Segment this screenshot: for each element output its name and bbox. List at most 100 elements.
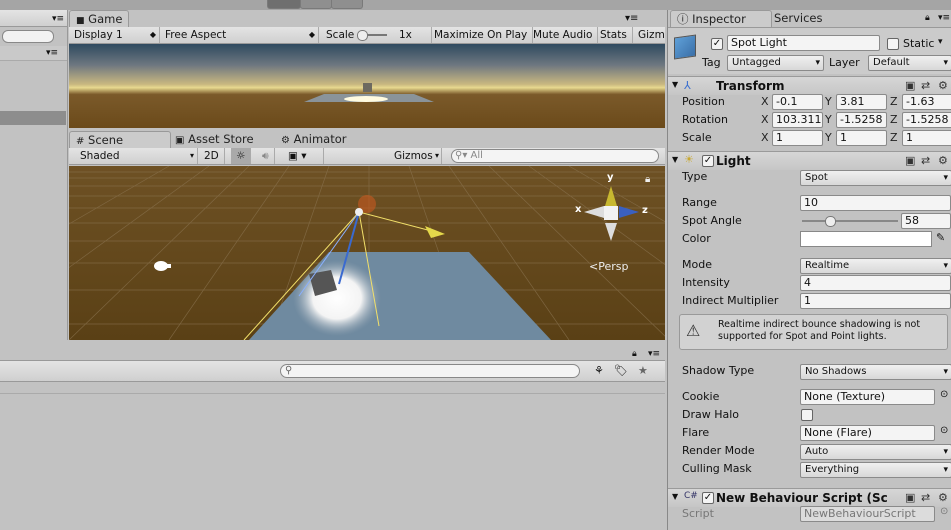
scale-z-field[interactable]: 1 <box>902 130 951 146</box>
tab-scene[interactable]: # Scene <box>69 131 171 148</box>
position-y-field[interactable]: 3.81 <box>836 94 887 110</box>
scale-row: Scale X 1 Y 1 Z 1 <box>668 130 951 148</box>
console-search-input[interactable]: ⚲ <box>280 364 580 378</box>
tab-animator[interactable]: ⚙ Animator <box>275 131 353 147</box>
panel-menu-icon[interactable]: ▾≡ <box>625 13 638 24</box>
scale-slider[interactable]: Scale 1x <box>321 27 432 43</box>
tab-services[interactable]: Services <box>768 10 829 26</box>
lighting-toggle-icon[interactable]: ☼ <box>231 148 252 164</box>
foldout-arrow-icon[interactable]: ▼ <box>672 80 678 89</box>
step-button[interactable] <box>331 0 363 9</box>
scene-render <box>69 166 665 340</box>
tag-dropdown[interactable]: Untagged <box>727 55 824 71</box>
lock-icon[interactable]: 🔒︎ <box>632 349 637 359</box>
audio-toggle-icon[interactable]: 🔊︎ <box>257 148 275 164</box>
active-checkbox[interactable]: ✓ <box>711 38 723 50</box>
foldout-arrow-icon[interactable]: ▼ <box>672 155 678 164</box>
perspective-toggle[interactable]: <Persp <box>589 260 628 273</box>
culling-mask-dropdown[interactable]: Everything <box>800 462 951 478</box>
object-picker-icon[interactable]: ⊙ <box>940 425 948 436</box>
tab-game[interactable]: ■ Game <box>69 10 130 27</box>
pause-button[interactable] <box>300 0 332 9</box>
shadow-type-dropdown[interactable]: No Shadows <box>800 364 951 380</box>
help-icon[interactable]: ▣ <box>905 79 915 92</box>
position-x-field[interactable]: -0.1 <box>772 94 823 110</box>
object-picker-icon[interactable]: ⊙ <box>940 389 948 400</box>
help-icon[interactable]: ▣ <box>905 154 915 167</box>
shading-mode-dropdown[interactable]: Shaded ▾ <box>75 148 198 164</box>
tag-icon[interactable]: 🏷︎ <box>614 364 628 377</box>
light-type-dropdown[interactable]: Spot <box>800 170 951 186</box>
2d-toggle[interactable]: 2D <box>199 148 225 164</box>
render-mode-dropdown[interactable]: Auto <box>800 444 951 460</box>
scene-search-input[interactable]: ⚲▾ All <box>451 149 659 163</box>
intensity-field[interactable]: 4 <box>800 275 951 291</box>
hierarchy-search-input[interactable] <box>2 30 54 43</box>
divider <box>0 393 665 394</box>
gear-icon[interactable]: ⚙ <box>938 491 948 504</box>
mute-audio-toggle[interactable]: Mute Audio <box>528 27 599 43</box>
gizmos-toggle[interactable]: Gizm <box>633 27 670 43</box>
range-field[interactable]: 10 <box>800 195 951 211</box>
panel-menu-icon[interactable]: ▾≡ <box>648 349 660 359</box>
flare-field[interactable]: None (Flare) <box>800 425 935 441</box>
object-name-field[interactable]: Spot Light <box>727 35 880 51</box>
transform-header[interactable]: ▼ ⅄ Transform ▣ ⇄ ⚙ <box>668 76 951 95</box>
rotation-z-field[interactable]: -1.5258 <box>902 112 951 128</box>
gear-icon[interactable]: ⚙ <box>938 79 948 92</box>
game-toolbar: Display 1 ◆ Free Aspect ◆ Scale 1x Maximiz… <box>69 27 665 44</box>
script-component-header[interactable]: ▼ C# ✓ New Behaviour Script (Sc ▣ ⇄ ⚙ <box>668 488 951 507</box>
rotation-x-field[interactable]: 103.311 <box>772 112 823 128</box>
maximize-on-play-toggle[interactable]: Maximize On Play <box>429 27 534 43</box>
aspect-dropdown[interactable]: Free Aspect ◆ <box>160 27 319 43</box>
spot-angle-slider[interactable] <box>802 220 898 222</box>
gear-icon[interactable]: ⚙ <box>938 154 948 167</box>
hierarchy-selected-item[interactable] <box>0 111 66 125</box>
scene-menu-icon[interactable]: ▾≡ <box>46 48 58 58</box>
effects-dropdown-icon[interactable]: ▣ ▾ <box>283 148 324 164</box>
hierarchy-panel: ▾≡ ▾≡ <box>0 10 68 340</box>
star-icon[interactable]: ★ <box>638 364 648 377</box>
draw-halo-checkbox[interactable] <box>801 409 813 421</box>
gizmos-dropdown[interactable]: Gizmos ▾ <box>389 148 442 164</box>
tab-inspector[interactable]: ⓘ Inspector <box>670 10 772 27</box>
rotation-y-field[interactable]: -1.5258 <box>836 112 887 128</box>
scale-x-field[interactable]: 1 <box>772 130 823 146</box>
scene-viewport[interactable]: 🔒︎ y x z <Persp <box>69 166 665 340</box>
tag-label: Tag <box>702 56 721 69</box>
script-enabled-checkbox[interactable]: ✓ <box>702 492 714 504</box>
light-header[interactable]: ▼ ☀ ✓ Light ▣ ⇄ ⚙ <box>668 151 951 170</box>
light-enabled-checkbox[interactable]: ✓ <box>702 155 714 167</box>
render-mode-label: Render Mode <box>682 444 755 457</box>
light-mode-dropdown[interactable]: Realtime <box>800 258 951 274</box>
play-button[interactable] <box>267 0 301 9</box>
eyedropper-icon[interactable]: ✎ <box>936 231 945 244</box>
preset-icon[interactable]: ⇄ <box>921 154 930 167</box>
preset-icon[interactable]: ⇄ <box>921 491 930 504</box>
lock-icon[interactable]: 🔒︎ <box>645 174 650 185</box>
scale-y-field[interactable]: 1 <box>836 130 887 146</box>
panel-menu-icon[interactable]: ▾≡ <box>52 14 64 24</box>
lock-icon[interactable]: 🔒︎ <box>925 13 930 23</box>
filter-icon[interactable]: ⚘ <box>594 364 604 377</box>
preset-icon[interactable]: ⇄ <box>921 79 930 92</box>
display-dropdown[interactable]: Display 1 ◆ <box>69 27 160 43</box>
cookie-field[interactable]: None (Texture) <box>800 389 935 405</box>
spot-angle-field[interactable]: 58 <box>901 213 951 229</box>
panel-menu-icon[interactable]: ▾≡ <box>938 13 950 23</box>
axis-y-label[interactable]: y <box>607 172 614 183</box>
game-viewport[interactable] <box>69 44 665 128</box>
layer-dropdown[interactable]: Default <box>868 55 951 71</box>
indirect-multiplier-field[interactable]: 1 <box>800 293 951 309</box>
spot-angle-slider-handle[interactable] <box>825 216 836 227</box>
static-dropdown-icon[interactable]: ▾ <box>938 37 943 47</box>
static-checkbox[interactable] <box>887 38 899 50</box>
help-icon[interactable]: ▣ <box>905 491 915 504</box>
foldout-arrow-icon[interactable]: ▼ <box>672 492 678 501</box>
color-swatch[interactable] <box>800 231 932 247</box>
axis-x-label[interactable]: x <box>575 204 581 215</box>
stats-toggle[interactable]: Stats <box>595 27 633 43</box>
tab-asset-store[interactable]: ▣ Asset Store <box>169 131 260 147</box>
axis-z-label[interactable]: z <box>642 205 648 216</box>
position-z-field[interactable]: -1.63 <box>902 94 951 110</box>
